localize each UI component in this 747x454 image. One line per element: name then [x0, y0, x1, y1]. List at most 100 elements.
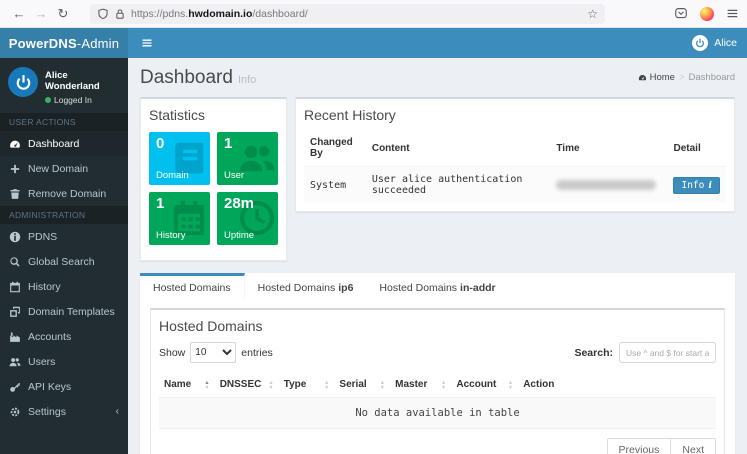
page-size-select[interactable]: 10 [190, 342, 236, 363]
col-name-sortable[interactable]: Name▲▼ [159, 372, 215, 398]
entries-label: entries [241, 347, 273, 359]
sidebar-item-settings[interactable]: Settings ‹ [0, 399, 128, 424]
search-label: Search: [574, 347, 613, 359]
sidebar-item-history[interactable]: History [0, 274, 128, 299]
app-navbar: PowerDNS-Admin Alice [0, 28, 747, 58]
users-icon [9, 356, 21, 368]
breadcrumb-current: Dashboard [689, 72, 735, 83]
recent-history-panel: Recent History Changed By Content Time D… [295, 97, 735, 212]
brand-bold: PowerDNS [9, 36, 77, 51]
trash-icon [9, 188, 21, 200]
redacted-timestamp [556, 180, 656, 190]
hosted-domains-panel: Hosted Domains Show 10 entries Search: [150, 308, 725, 454]
url-text: https://pdns.hwdomain.io/dashboard/ [131, 8, 308, 20]
key-icon [9, 381, 21, 393]
browser-reload-button[interactable]: ↻ [52, 3, 74, 25]
user-menu[interactable]: Alice [682, 28, 747, 58]
browser-menu-icon[interactable] [726, 7, 739, 20]
col-serial-sortable[interactable]: Serial▲▼ [334, 372, 390, 398]
breadcrumb-home-link[interactable]: Home [638, 72, 675, 83]
sidebar-item-api-keys[interactable]: API Keys [0, 374, 128, 399]
col-type-sortable[interactable]: Type▲▼ [279, 372, 335, 398]
home-icon [638, 73, 647, 82]
sidebar-user-panel: Alice Wonderland Logged In [0, 58, 128, 113]
hamburger-icon [141, 37, 153, 49]
history-content: User alice authentication succeeded [366, 167, 551, 204]
sort-icon: ▲▼ [324, 381, 329, 390]
empty-message: No data available in table [159, 398, 716, 429]
browser-toolbar: ← → ↻ https://pdns.hwdomain.io/dashboard… [0, 0, 747, 28]
sidebar-item-remove-domain[interactable]: Remove Domain [0, 181, 128, 206]
info-icon: i [708, 180, 712, 191]
sidebar-toggle-button[interactable] [128, 28, 166, 58]
col-action: Action [518, 372, 716, 398]
status-dot-icon [45, 97, 51, 103]
sidebar-item-accounts[interactable]: Accounts [0, 324, 128, 349]
stat-tile-uptime: 28m Uptime [217, 192, 278, 245]
stat-tile-user: 1 User [217, 132, 278, 185]
next-page-button[interactable]: Next [671, 438, 716, 454]
page-title: Dashboard [140, 67, 233, 88]
col-account-sortable[interactable]: Account▲▼ [451, 372, 518, 398]
shield-icon [97, 8, 109, 20]
stat-tile-history: 1 History [149, 192, 210, 245]
gear-icon [9, 406, 21, 418]
col-time: Time [550, 130, 667, 167]
app-logo[interactable]: PowerDNS-Admin [0, 28, 128, 58]
recent-history-title: Recent History [304, 107, 726, 123]
pocket-icon[interactable] [674, 7, 688, 20]
user-avatar-icon [692, 35, 708, 51]
tab-hosted-domains-ip6[interactable]: Hosted Domainsip6 [245, 273, 367, 299]
col-master-sortable[interactable]: Master▲▼ [390, 372, 451, 398]
breadcrumb: Home > Dashboard [638, 72, 735, 83]
user-avatar [8, 67, 38, 97]
sidebar-section-administration: ADMINISTRATION [0, 206, 128, 224]
pagination: Previous Next [159, 438, 716, 454]
lock-icon [114, 8, 126, 20]
history-changed-by: System [304, 167, 366, 204]
info-button[interactable]: Infoi [673, 177, 720, 194]
browser-forward-button[interactable]: → [30, 3, 52, 25]
statistics-panel: Statistics 0 Domain 1 User 1 [140, 97, 287, 261]
empty-row: No data available in table [159, 398, 716, 429]
search-icon [9, 256, 21, 268]
industry-icon [9, 331, 21, 343]
sidebar-item-global-search[interactable]: Global Search [0, 249, 128, 274]
col-dnssec-sortable[interactable]: DNSSEC▲▼ [215, 372, 279, 398]
col-content: Content [366, 130, 551, 167]
sidebar-item-users[interactable]: Users [0, 349, 128, 374]
tachometer-icon [9, 138, 21, 150]
hosted-domains-title: Hosted Domains [159, 318, 716, 334]
bookmark-star-icon[interactable]: ☆ [587, 7, 598, 21]
tab-hosted-domains-in-addr[interactable]: Hosted Domainsin-addr [366, 273, 508, 299]
search-input[interactable] [619, 342, 716, 363]
calendar-icon [9, 281, 21, 293]
sort-icon: ▲▼ [441, 381, 446, 390]
tab-strip: Hosted Domains Hosted Domainsip6 Hosted … [140, 273, 735, 299]
hosted-domains-table: Name▲▼ DNSSEC▲▼ Type▲▼ Serial▲▼ Master▲▼… [159, 372, 716, 429]
sidebar-item-new-domain[interactable]: New Domain [0, 156, 128, 181]
col-changed-by: Changed By [304, 130, 366, 167]
tab-hosted-domains[interactable]: Hosted Domains [140, 273, 245, 299]
col-detail: Detail [667, 130, 726, 167]
stat-tile-domain: 0 Domain [149, 132, 210, 185]
sort-icon: ▲▼ [268, 381, 273, 390]
hosted-domains-widget: Hosted Domains Hosted Domainsip6 Hosted … [140, 273, 735, 454]
show-label: Show [159, 347, 185, 359]
sort-icon: ▲▼ [380, 381, 385, 390]
sidebar-item-dashboard[interactable]: Dashboard [0, 131, 128, 156]
sidebar-section-user-actions: USER ACTIONS [0, 113, 128, 131]
plus-icon [9, 163, 21, 175]
content-area: DashboardInfo Home > Dashboard Statistic… [128, 58, 747, 454]
previous-page-button[interactable]: Previous [607, 438, 672, 454]
statistics-title: Statistics [149, 107, 278, 123]
address-bar[interactable]: https://pdns.hwdomain.io/dashboard/ ☆ [90, 4, 605, 24]
sidebar-item-domain-templates[interactable]: Domain Templates [0, 299, 128, 324]
clone-icon [9, 306, 21, 318]
browser-back-button[interactable]: ← [8, 3, 30, 25]
firefox-logo-icon [700, 7, 714, 21]
sort-icon: ▲▼ [508, 381, 513, 390]
breadcrumb-separator: > [679, 72, 685, 83]
sidebar-item-pdns[interactable]: PDNS [0, 224, 128, 249]
user-menu-label: Alice [714, 37, 737, 49]
